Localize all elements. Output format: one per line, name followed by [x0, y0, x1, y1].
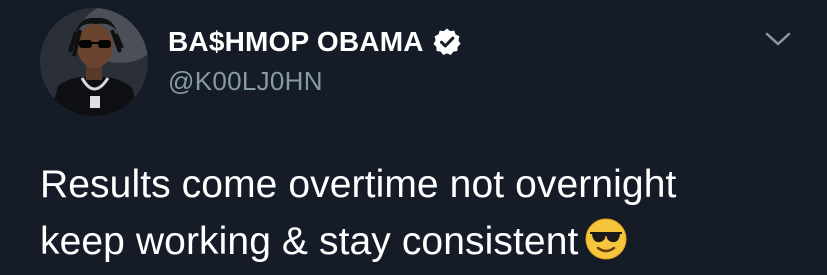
chevron-down-icon[interactable] — [763, 28, 793, 50]
tweet-text-line-1: Results come overtime not overnight — [40, 163, 677, 206]
profile-photo-icon — [40, 8, 148, 116]
tweet-text: Results come overtime not overnight keep… — [40, 156, 800, 270]
user-handle[interactable]: @K00LJ0HN — [168, 66, 323, 96]
tweet-text-line-2: keep working & stay consistent — [40, 213, 800, 270]
display-name-row[interactable]: BA$HMOP OBAMA — [168, 26, 462, 58]
tweet-card: BA$HMOP OBAMA @K00LJ0HN Results come ove… — [0, 0, 827, 275]
display-name[interactable]: BA$HMOP OBAMA — [168, 26, 424, 58]
tweet-text-line-2-content: keep working & stay consistent — [40, 220, 579, 263]
avatar[interactable] — [40, 8, 148, 116]
sunglasses-emoji-icon — [585, 218, 627, 260]
verified-badge-icon — [433, 28, 461, 55]
